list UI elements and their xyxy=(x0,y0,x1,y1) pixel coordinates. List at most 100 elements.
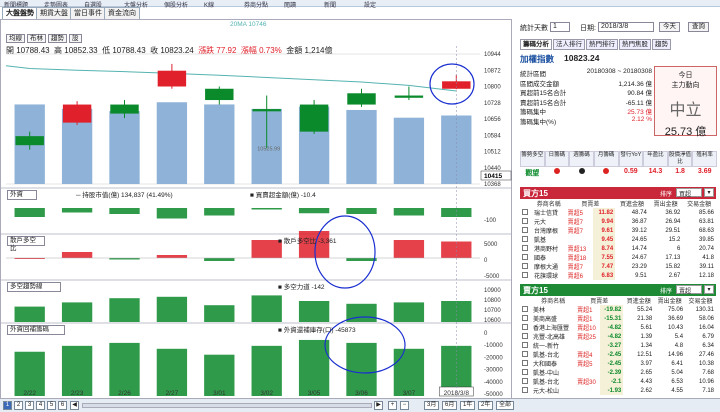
tab-chip-analysis[interactable]: 籌碼分析 xyxy=(520,39,552,50)
column-header[interactable]: 買進金額 xyxy=(623,296,654,305)
table-row[interactable]: 凱基 9.45 24.65 15.2 39.85 xyxy=(520,235,716,244)
cell-value: 賣超7 xyxy=(567,220,583,226)
retail-ratio-label: ■ 散戶多空比 -3,361 xyxy=(278,238,337,245)
page-3[interactable]: 3 xyxy=(25,401,34,410)
candle-body xyxy=(205,88,234,101)
indicator-select-retail[interactable]: 散戶多空比 xyxy=(7,236,45,252)
range-2y[interactable]: 2年 xyxy=(478,401,494,410)
buy-sort-select[interactable]: 買超 xyxy=(676,188,702,198)
column-header[interactable]: 賣出金額 xyxy=(654,296,685,305)
table-row[interactable]: 元大 賣超7 9.94 36.87 26.94 63.81 xyxy=(520,217,716,226)
cell-value: 36.87 xyxy=(631,218,647,225)
cell-value: 賣超10 xyxy=(577,326,596,332)
column-header[interactable]: 交易金額 xyxy=(682,199,716,208)
row-checkbox[interactable] xyxy=(522,245,528,252)
range-all[interactable]: 全部 xyxy=(496,401,515,410)
row-checkbox[interactable] xyxy=(522,263,528,270)
table-row[interactable]: 元大-松山 -1.93 2.62 4.55 7.18 xyxy=(520,386,716,395)
buy-expand-icon[interactable]: ▾ xyxy=(704,188,714,197)
zoom-out-icon[interactable]: − xyxy=(400,401,409,410)
column-header[interactable]: 買賣差 xyxy=(566,199,616,208)
table-row[interactable]: 大和國泰 賣超5 -2.45 3.97 6.41 10.38 xyxy=(520,359,716,368)
sell-sort-select[interactable]: 賣超 xyxy=(676,285,702,295)
row-checkbox[interactable] xyxy=(522,272,528,279)
page-2[interactable]: 2 xyxy=(14,401,23,410)
table-row[interactable]: 香港上海匯豐 賣超10 -4.82 5.61 10.43 16.04 xyxy=(520,323,716,332)
summary-value: 20180308 ~ 20180308 xyxy=(586,68,652,75)
page-6[interactable]: 6 xyxy=(58,401,67,410)
indicator-select-foreign[interactable]: 外資 xyxy=(7,190,37,200)
table-row[interactable]: 港商野村 賣超13 8.74 14.74 6 20.74 xyxy=(520,244,716,253)
date-input[interactable]: 2018/3/8 xyxy=(598,22,654,32)
column-header[interactable]: 券商名稱 xyxy=(532,199,566,208)
row-checkbox[interactable] xyxy=(522,306,528,313)
scroll-left-icon[interactable]: ◀ xyxy=(70,401,79,410)
cell-value: 6.83 xyxy=(592,271,616,280)
row-checkbox[interactable] xyxy=(522,342,528,349)
tab-hot-stocks[interactable]: 熱門焦股 xyxy=(619,39,651,50)
table-row[interactable]: 凱基-中山 -2.39 2.65 5.04 7.68 xyxy=(520,368,716,377)
row-checkbox[interactable] xyxy=(522,351,528,358)
table-row[interactable]: 瑞士信貸 賣超5 11.82 48.74 36.92 85.66 xyxy=(520,208,716,217)
page-1[interactable]: 1 xyxy=(3,401,12,410)
table-row[interactable]: 摩根大通 賣超7 7.47 23.29 15.82 39.11 xyxy=(520,262,716,271)
cell-value: 41.8 xyxy=(702,254,714,261)
row-checkbox[interactable] xyxy=(522,227,528,234)
time-scrollbar[interactable] xyxy=(82,403,372,408)
table-row[interactable]: 統一-新竹 -3.27 1.34 4.8 6.34 xyxy=(520,341,716,350)
table-row[interactable]: 美商高盛 賣超1 -15.31 21.38 36.69 58.06 xyxy=(520,314,716,323)
range-6m[interactable]: 6月 xyxy=(442,401,458,410)
row-checkbox[interactable] xyxy=(522,360,528,367)
page-4[interactable]: 4 xyxy=(36,401,45,410)
row-checkbox[interactable] xyxy=(522,209,528,216)
candle-body xyxy=(157,70,187,87)
row-checkbox[interactable] xyxy=(522,218,528,225)
range-3m[interactable]: 3月 xyxy=(424,401,440,410)
row-checkbox[interactable] xyxy=(522,254,528,261)
indicator-select-covering[interactable]: 外資回補籌碼 xyxy=(7,325,65,335)
volume-bar xyxy=(109,111,140,184)
tab-hot-rank[interactable]: 熱門排行 xyxy=(586,39,618,50)
foreign-net-label: ■ 買賣超金額(億) -10.4 xyxy=(250,192,316,199)
cell-value: 賣超7 xyxy=(567,229,583,235)
row-checkbox[interactable] xyxy=(522,324,528,331)
cell-value: 9.94 xyxy=(592,217,616,226)
scroll-right-icon[interactable]: ▶ xyxy=(374,401,383,410)
table-row[interactable]: 國泰 賣超18 7.55 24.67 17.13 41.8 xyxy=(520,253,716,262)
column-header[interactable]: 券商名稱 xyxy=(531,296,575,305)
row-checkbox[interactable] xyxy=(522,387,528,394)
cell-value: 130.31 xyxy=(695,306,714,313)
today-button[interactable]: 今天 xyxy=(659,22,680,32)
candle-body xyxy=(299,104,329,132)
table-row[interactable]: 美林 賣超1 -19.82 55.24 75.06 130.31 xyxy=(520,305,716,314)
bull-bear-label: ■ 多空力道 -142 xyxy=(278,284,325,291)
query-button[interactable]: 查詢 xyxy=(688,22,709,32)
table-row[interactable]: 兆豐-北高雄 賣超25 -4.82 1.39 5.4 6.79 xyxy=(520,332,716,341)
indicator-select-trend[interactable]: 多空趨勢線 xyxy=(7,282,61,292)
volume-bar xyxy=(393,117,425,184)
zoom-in-icon[interactable]: + xyxy=(388,401,397,410)
tab-institutional[interactable]: 法人排行 xyxy=(553,39,585,50)
table-row[interactable]: 台灣摩根 賣超7 9.61 39.12 29.51 68.63 xyxy=(520,226,716,235)
row-checkbox[interactable] xyxy=(522,369,528,376)
column-header[interactable]: 買進金額 xyxy=(615,199,649,208)
table-row[interactable]: 凱基-台北 賣超30 -2.1 4.43 6.53 10.96 xyxy=(520,377,716,386)
row-checkbox[interactable] xyxy=(522,333,528,340)
broker-name: 凱基-台北 xyxy=(533,380,560,386)
row-checkbox[interactable] xyxy=(522,378,528,385)
column-header[interactable]: 買賣差 xyxy=(575,296,623,305)
column-header[interactable]: 賣出金額 xyxy=(649,199,683,208)
sell-expand-icon[interactable]: ▾ xyxy=(704,285,714,294)
page-5[interactable]: 5 xyxy=(47,401,56,410)
column-header[interactable]: 交易金額 xyxy=(685,296,716,305)
metric-value: 0.59 xyxy=(624,168,638,175)
range-1y[interactable]: 1年 xyxy=(460,401,476,410)
stat-days-select[interactable]: 1 xyxy=(550,22,570,32)
tab-trend[interactable]: 趨勢 xyxy=(652,39,671,50)
row-checkbox[interactable] xyxy=(522,315,528,322)
table-row[interactable]: 花旗環球 賣超6 6.83 9.51 2.67 12.18 xyxy=(520,271,716,280)
row-checkbox[interactable] xyxy=(522,236,528,243)
table-row[interactable]: 凱基-台北 賣超4 -2.45 12.51 14.96 27.46 xyxy=(520,350,716,359)
broker-name: 摩根大通 xyxy=(533,265,558,271)
cell-value xyxy=(575,386,600,395)
